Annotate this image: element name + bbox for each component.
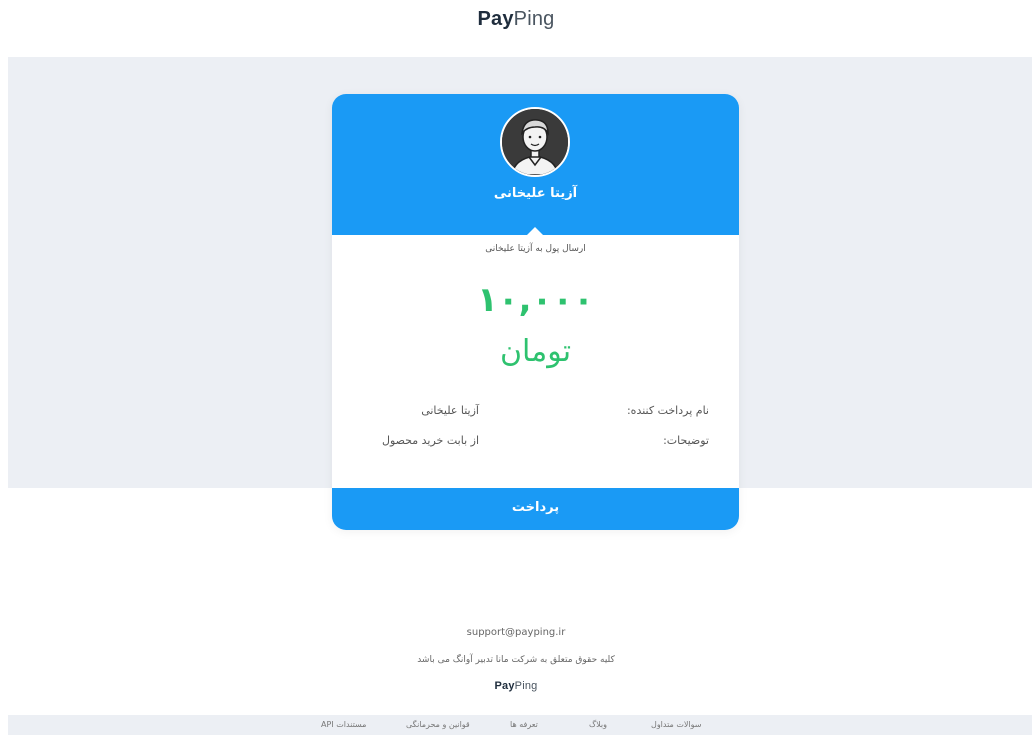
description-label: توضیحات: xyxy=(663,434,709,447)
footer-nav: سوالات متداول وبلاگ تعرفه ها قوانین و مح… xyxy=(8,715,1032,735)
support-email-link[interactable]: support@payping.ir xyxy=(0,627,1032,638)
nav-link-privacy[interactable]: قوانین و محرمانگی xyxy=(406,720,470,729)
nav-link-pricing[interactable]: تعرفه ها xyxy=(510,720,538,729)
footer-logo-pay-text: Pay xyxy=(494,680,515,692)
logo-ping-text: Ping xyxy=(513,8,555,30)
nav-link-faq[interactable]: سوالات متداول xyxy=(651,720,702,729)
logo-pay-text: Pay xyxy=(477,8,514,30)
pay-button[interactable]: پرداخت xyxy=(332,488,739,530)
owner-name: آزیتا علیخانی xyxy=(493,186,578,201)
card-header: آزیتا علیخانی xyxy=(332,94,739,235)
payer-name-value: آزیتا علیخانی xyxy=(421,404,479,417)
copyright-text: کلیه حقوق متعلق به شرکت مانا تدبیر آوانگ… xyxy=(417,655,615,665)
description-value: از بابت خرید محصول xyxy=(381,434,479,447)
footer-logo[interactable]: PayPing xyxy=(0,680,1032,692)
nav-link-api-docs[interactable]: API مستندات xyxy=(321,720,366,729)
currency-label: تومان xyxy=(499,334,572,369)
footer-logo-ping-text: Ping xyxy=(514,680,538,692)
nav-link-blog[interactable]: وبلاگ xyxy=(589,720,607,729)
header-notch xyxy=(526,227,544,236)
payment-amount: ۱۰,۰۰۰ xyxy=(477,280,594,320)
send-money-label: ارسال پول به آزیتا علیخانی xyxy=(485,244,586,254)
top-logo[interactable]: PayPing xyxy=(0,8,1032,31)
user-avatar-icon xyxy=(500,107,570,177)
payer-name-label: نام پرداخت کننده: xyxy=(626,404,709,417)
payment-card: آزیتا علیخانی ارسال پول به آزیتا علیخانی… xyxy=(332,94,739,530)
